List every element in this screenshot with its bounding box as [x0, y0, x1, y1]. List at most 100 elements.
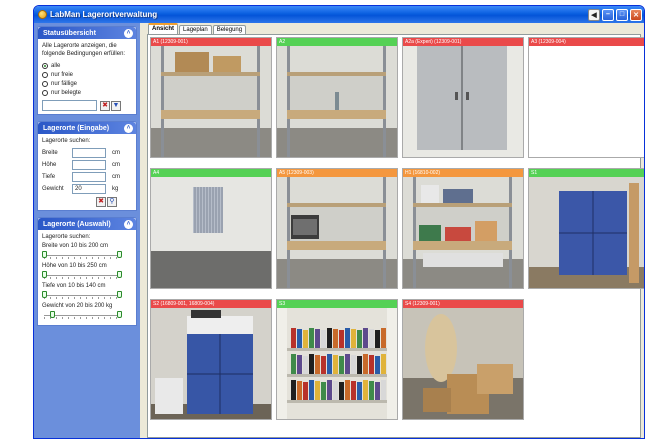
storage-location-tile[interactable]: S3 [276, 299, 398, 420]
status-option[interactable]: nur freie [42, 70, 132, 79]
slider-thumb-max[interactable] [117, 271, 122, 278]
sidebar: Statusübersicht ˄ Alle Lagerorte anzeige… [34, 23, 140, 438]
status-option[interactable]: nur fällige [42, 79, 132, 88]
close-button[interactable]: ✕ [630, 8, 642, 21]
storage-location-tile[interactable]: S4 (12309-001) [402, 299, 524, 420]
help-button[interactable]: ◀ [588, 8, 600, 21]
storage-location-tile[interactable]: A3 (12309-004) [528, 37, 644, 158]
radio-button[interactable] [42, 71, 48, 78]
dimension-input[interactable] [72, 172, 106, 182]
storage-location-tile[interactable]: H1 (16810-002) [402, 168, 524, 289]
storage-location-photo [403, 308, 523, 419]
dimension-input[interactable] [72, 160, 106, 170]
status-filter-input[interactable] [42, 100, 97, 111]
select-search-label: Lagerorte suchen: [42, 234, 91, 240]
storage-location-tile[interactable]: A2a (Experi) (12309-001) [402, 37, 524, 158]
status-option[interactable]: alle [42, 61, 132, 70]
storage-location-photo [403, 46, 523, 157]
photo-image [403, 308, 523, 419]
storage-location-tile[interactable]: A4 [150, 168, 272, 289]
status-panel: Statusübersicht ˄ Alle Lagerorte anzeige… [37, 26, 137, 115]
storage-location-photo [277, 177, 397, 288]
dimension-unit: cm [112, 150, 120, 156]
storage-location-label: H1 (16810-002) [403, 169, 523, 177]
photo-image [151, 308, 271, 419]
funnel-icon[interactable]: ▼ [111, 100, 121, 111]
select-panel-header[interactable]: Lagerorte (Auswahl) ˄ [38, 218, 136, 230]
storage-location-tile[interactable]: A2 [276, 37, 398, 158]
photo-image [403, 177, 523, 288]
storage-location-photo [403, 177, 523, 288]
storage-location-label: S4 (12309-001) [403, 300, 523, 308]
dimension-label: Breite [42, 150, 58, 156]
dimension-row: Gewicht 20 kg [42, 183, 132, 195]
collapse-icon[interactable]: ˄ [124, 28, 133, 38]
tab-ansicht[interactable]: Ansicht [148, 23, 179, 34]
status-option-label: alle [51, 62, 61, 69]
range-slider[interactable] [42, 271, 132, 279]
storage-location-label: S3 [277, 300, 397, 308]
dimension-input[interactable]: 20 [72, 184, 106, 194]
slider-thumb-max[interactable] [117, 251, 122, 258]
range-slider[interactable] [42, 291, 132, 299]
photo-image [151, 177, 271, 288]
storage-location-photo [151, 308, 271, 419]
photo-image [403, 46, 523, 157]
storage-location-photo [151, 177, 271, 288]
status-panel-title: Statusübersicht [43, 29, 96, 37]
storage-gallery: A1 (12309-001) A2 A2a (Experi) (12309-001)… [147, 34, 644, 438]
app-icon [38, 10, 47, 19]
slider-thumb-min[interactable] [42, 271, 47, 278]
minimize-button[interactable]: – [602, 8, 614, 21]
slider-thumb-max[interactable] [117, 311, 122, 318]
select-panel-title: Lagerorte (Auswahl) [43, 220, 111, 228]
clear-search-icon[interactable]: ✖ [96, 197, 106, 207]
slider-thumb-min[interactable] [42, 251, 47, 258]
status-option-label: nur freie [51, 71, 74, 78]
storage-location-tile[interactable]: A5 (12309-003) [276, 168, 398, 289]
range-label: Breite von 10 bis 200 cm [42, 243, 109, 249]
window-title: LabMan Lagerortverwaltung [50, 10, 158, 19]
status-panel-header[interactable]: Statusübersicht ˄ [38, 27, 136, 39]
storage-location-label: S2 (16809-001, 16809-004) [151, 300, 271, 308]
dimension-unit: kg [112, 186, 119, 192]
clear-filter-icon[interactable]: ✖ [100, 100, 110, 111]
range-slider[interactable] [42, 251, 132, 259]
status-description: Alle Lagerorte anzeigen, die folgende Be… [42, 43, 126, 57]
storage-location-photo [529, 177, 644, 288]
slider-thumb-min[interactable] [42, 291, 47, 298]
storage-location-tile[interactable]: A1 (12309-001) [150, 37, 272, 158]
range-slider[interactable] [42, 311, 132, 319]
slider-thumb-min[interactable] [49, 311, 55, 318]
maximize-button[interactable]: □ [616, 8, 628, 21]
search-icon[interactable]: ⚲ [107, 197, 117, 207]
slider-ticks [44, 257, 118, 259]
slider-track [44, 295, 118, 296]
status-option[interactable]: nur belegte [42, 88, 132, 97]
tab-belegung[interactable]: Belegung [212, 25, 247, 34]
status-option-label: nur fällige [51, 80, 78, 87]
storage-location-label: A2a (Experi) (12309-001) [403, 38, 523, 46]
slider-ticks [44, 297, 118, 299]
main-content: Ansicht Lageplan Belegung A1 (12309-001) A2… [144, 23, 644, 438]
tab-bar: Ansicht Lageplan Belegung [144, 23, 644, 34]
radio-button[interactable] [42, 62, 48, 69]
radio-button[interactable] [42, 80, 48, 87]
collapse-icon[interactable]: ˄ [124, 123, 133, 133]
storage-location-tile[interactable]: S2 (16809-001, 16809-004) [150, 299, 272, 420]
app-window: LabMan Lagerortverwaltung ◀ – □ ✕ Status… [33, 5, 645, 439]
status-option-label: nur belegte [51, 89, 82, 96]
title-bar[interactable]: LabMan Lagerortverwaltung ◀ – □ ✕ [34, 6, 644, 23]
dimension-unit: cm [112, 162, 120, 168]
radio-button[interactable] [42, 89, 48, 96]
storage-location-tile[interactable]: S1 [528, 168, 644, 289]
photo-image [277, 177, 397, 288]
collapse-icon[interactable]: ˄ [124, 219, 133, 229]
dimension-unit: cm [112, 174, 120, 180]
range-label: Tiefe von 10 bis 140 cm [42, 283, 106, 289]
dimension-input[interactable] [72, 148, 106, 158]
slider-thumb-max[interactable] [117, 291, 122, 298]
input-panel-header[interactable]: Lagerorte (Eingabe) ˄ [38, 122, 136, 134]
tab-lageplan[interactable]: Lageplan [179, 25, 212, 34]
slider-track [44, 315, 118, 316]
